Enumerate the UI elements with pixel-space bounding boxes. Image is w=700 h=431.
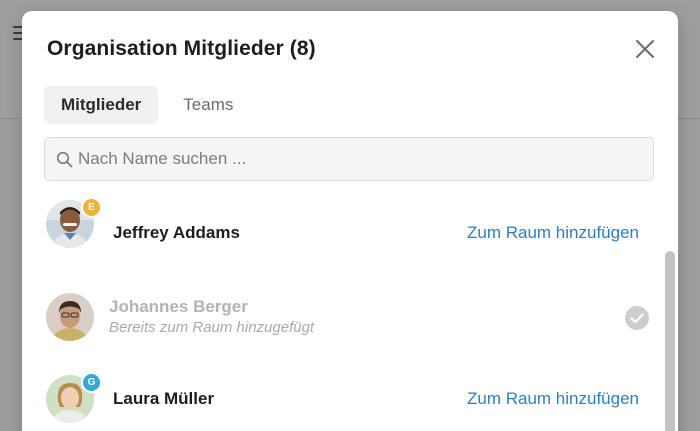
member-name: Johannes Berger — [109, 297, 248, 316]
search-icon — [56, 151, 73, 168]
tab-bar: Mitglieder Teams — [44, 86, 250, 124]
search-field — [44, 137, 654, 181]
avatar-wrapper: E — [46, 197, 102, 248]
member-row: Johannes Berger Bereits zum Raum hinzuge… — [22, 283, 662, 343]
organisation-members-dialog: Organisation Mitglieder (8) Mitglieder T… — [22, 11, 678, 431]
scrollbar[interactable] — [662, 187, 675, 431]
tab-members[interactable]: Mitglieder — [44, 86, 159, 124]
close-icon — [636, 40, 654, 58]
member-row: G Laura Müller Zum Raum hinzufügen — [22, 363, 662, 423]
check-circle-icon — [625, 306, 649, 330]
tab-teams[interactable]: Teams — [166, 86, 250, 124]
avatar — [46, 293, 94, 341]
member-status-text: Bereits zum Raum hinzugefügt — [109, 319, 315, 336]
member-row: E Jeffrey Addams Zum Raum hinzufügen — [22, 195, 662, 255]
avatar-wrapper: G — [46, 372, 102, 423]
add-to-room-link[interactable]: Zum Raum hinzufügen — [467, 389, 639, 409]
close-button[interactable] — [634, 38, 656, 60]
avatar-wrapper — [46, 293, 94, 341]
dialog-title: Organisation Mitglieder (8) — [47, 37, 316, 60]
role-badge-e: E — [81, 197, 102, 218]
add-to-room-link[interactable]: Zum Raum hinzufügen — [467, 223, 639, 243]
member-name: Laura Müller — [113, 389, 215, 408]
role-badge-g: G — [81, 372, 102, 393]
member-name: Jeffrey Addams — [113, 223, 240, 242]
scrollbar-thumb[interactable] — [665, 251, 675, 431]
search-input[interactable] — [78, 138, 638, 180]
